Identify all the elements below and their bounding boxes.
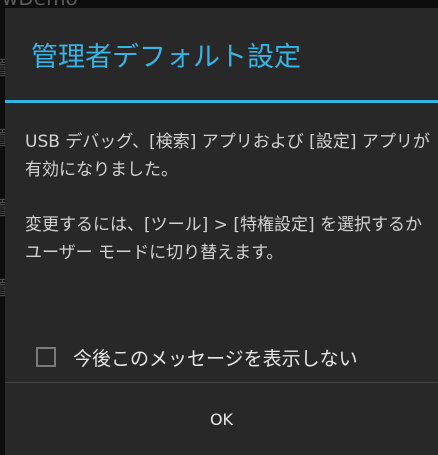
title-divider (5, 100, 438, 103)
admin-default-settings-dialog: 管理者デフォルト設定 USB デバッグ、[検索] アプリおよび [設定] アプリ… (5, 8, 438, 455)
dont-show-again-label[interactable]: 今後このメッセージを表示しない (73, 344, 358, 371)
dialog-message-how-to-change: 変更するには、[ツール] > [特権設定] を選択するかユーザー モードに切り替… (25, 215, 422, 263)
dialog-message-enabled-apps: USB デバッグ、[検索] アプリおよび [設定] アプリが有効になりました。 (25, 132, 430, 180)
dont-show-again-checkbox[interactable] (36, 347, 56, 367)
ok-button[interactable]: OK (5, 383, 438, 455)
dialog-title: 管理者デフォルト設定 (31, 42, 301, 73)
dont-show-again-checkbox-row[interactable]: 今後このメッセージを表示しない (36, 342, 436, 372)
